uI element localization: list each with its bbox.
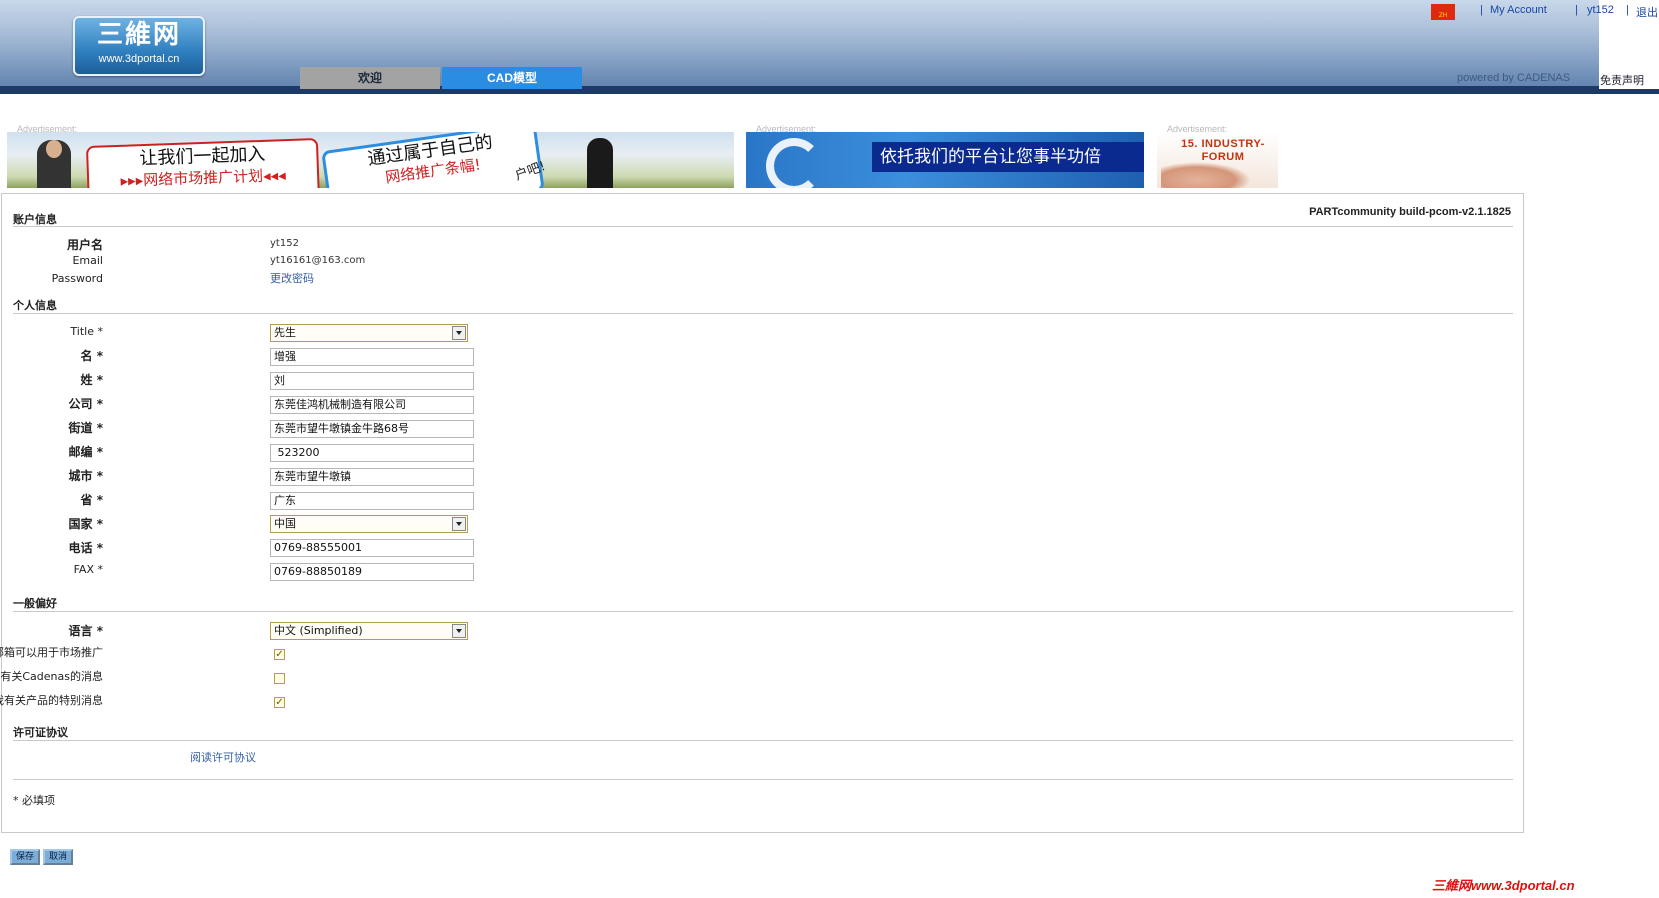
city-label: 城市 * <box>68 469 103 483</box>
ad-banner-platform[interactable]: 依托我们的平台让您事半功倍 <box>746 132 1144 188</box>
china-flag-icon[interactable]: ZH <box>1431 4 1455 20</box>
street-label: 街道 * <box>68 421 103 435</box>
country-select[interactable]: 中国 <box>270 515 468 533</box>
zip-field[interactable]: 523200 <box>270 444 474 462</box>
ad-card-text: 让我们一起加入 <box>139 143 266 170</box>
email-label: Email <box>72 254 103 267</box>
section-divider <box>13 740 1513 741</box>
hands-image <box>1161 162 1251 188</box>
language-select-value: 中文 (Simplified) <box>274 624 363 637</box>
language-label: 语言 * <box>68 624 103 638</box>
ad-card: 让我们一起加入 ▸▸▸网络市场推广计划◂◂◂ <box>85 137 321 188</box>
street-field[interactable]: 东莞市望牛墩镇金牛路68号 <box>270 420 474 438</box>
fax-label: FAX * <box>73 563 103 576</box>
section-account-title: 账户信息 <box>13 213 57 226</box>
country-select-value: 中国 <box>274 517 296 530</box>
country-label: 国家 * <box>68 517 103 531</box>
opt-product-offers-label: 发送给我有关产品的特别消息 <box>0 694 103 707</box>
save-button[interactable]: 保存 <box>10 849 41 865</box>
phone-field[interactable]: 0769-88555001 <box>270 539 474 557</box>
opt-cadenas-news-checkbox[interactable] <box>274 673 285 684</box>
section-personal-title: 个人信息 <box>13 299 57 312</box>
section-divider <box>13 611 1513 612</box>
province-label: 省 * <box>80 493 103 507</box>
cadenas-c-logo-icon <box>766 138 822 188</box>
zip-label: 邮编 * <box>68 445 103 459</box>
password-label: Password <box>51 272 103 285</box>
province-field[interactable]: 广东 <box>270 492 474 510</box>
logout-link[interactable]: 退出 <box>1636 4 1658 20</box>
footer-watermark-logo: 三維网www.3dportal.cn <box>1432 878 1575 893</box>
ad-slogan: 依托我们的平台让您事半功倍 <box>872 142 1144 172</box>
username-value: yt152 <box>270 238 299 249</box>
chevron-down-icon[interactable] <box>452 326 466 340</box>
change-password-link[interactable]: 更改密码 <box>270 270 314 286</box>
cancel-button[interactable]: 取消 <box>43 849 74 865</box>
opt-marketing-label: 我同意将我的邮箱可以用于市场推广 <box>0 646 103 659</box>
section-prefs-title: 一般偏好 <box>13 597 57 610</box>
disclaimer-link[interactable]: 免责声明 <box>1600 72 1644 88</box>
account-form-panel: PARTcommunity build-pcom-v2.1.1825 账户信息 … <box>0 193 1524 833</box>
my-account-link[interactable]: My Account <box>1490 4 1547 16</box>
email-value: yt16161@163.com <box>270 255 366 266</box>
businessman-image <box>37 140 71 188</box>
username-label: 用户名 <box>66 238 103 252</box>
ad-forum-title: 15. INDUSTRY-FORUM <box>1181 138 1265 163</box>
phone-label: 电话 * <box>68 541 103 555</box>
city-field[interactable]: 东莞市望牛墩镇 <box>270 468 474 486</box>
title-select-value: 先生 <box>274 326 296 339</box>
opt-cadenas-news-label: 发送给我有关Cadenas的消息 <box>0 670 103 683</box>
ad-card-subtext: ▸▸▸网络市场推广计划◂◂◂ <box>120 166 286 188</box>
section-divider <box>13 313 1513 314</box>
fax-field[interactable]: 0769-88850189 <box>270 563 474 581</box>
first-name-label: 名 * <box>80 349 103 363</box>
first-name-field[interactable]: 增强 <box>270 348 474 366</box>
logo-url: www.3dportal.cn <box>98 53 180 65</box>
build-version: PARTcommunity build-pcom-v2.1.1825 <box>1309 206 1511 218</box>
required-note: * 必填项 <box>13 794 55 807</box>
opt-marketing-checkbox[interactable]: ✓ <box>274 649 285 660</box>
ad-banner-marketing[interactable]: 让我们一起加入 ▸▸▸网络市场推广计划◂◂◂ 通过属于自己的 网络推广条幅! 户… <box>7 132 734 188</box>
header-divider <box>0 86 1659 94</box>
chevron-down-icon[interactable] <box>452 624 466 638</box>
tab-cad-models[interactable]: CAD模型 <box>442 67 582 89</box>
logo-title: 三維网 <box>96 20 181 50</box>
company-label: 公司 * <box>68 397 103 411</box>
ad-banner-forum[interactable]: 15. INDUSTRY-FORUM <box>1157 132 1278 188</box>
separator: | <box>1626 4 1629 16</box>
tab-welcome[interactable]: 欢迎 <box>300 67 440 89</box>
powered-by: powered by CADENAS <box>1457 72 1571 84</box>
title-label: Title * <box>70 325 103 338</box>
header-bar <box>0 0 1659 92</box>
company-field[interactable]: 东莞佳鸿机械制造有限公司 <box>270 396 474 414</box>
megaphone-man-image <box>587 138 613 188</box>
separator: | <box>1480 4 1483 16</box>
chevron-down-icon[interactable] <box>452 517 466 531</box>
opt-product-offers-checkbox[interactable]: ✓ <box>274 697 285 708</box>
last-name-label: 姓 * <box>80 373 103 387</box>
section-divider <box>13 779 1513 780</box>
separator: | <box>1575 4 1578 16</box>
read-license-link[interactable]: 阅读许可协议 <box>190 749 256 765</box>
site-logo[interactable]: 三維网 www.3dportal.cn <box>73 16 205 76</box>
ad-card: 通过属于自己的 网络推广条幅! <box>321 132 545 188</box>
language-select[interactable]: 中文 (Simplified) <box>270 622 468 640</box>
last-name-field[interactable]: 刘 <box>270 372 474 390</box>
title-select[interactable]: 先生 <box>270 324 468 342</box>
section-license-title: 许可证协议 <box>13 726 68 739</box>
username-link[interactable]: yt152 <box>1587 4 1614 16</box>
section-divider <box>13 226 1513 227</box>
